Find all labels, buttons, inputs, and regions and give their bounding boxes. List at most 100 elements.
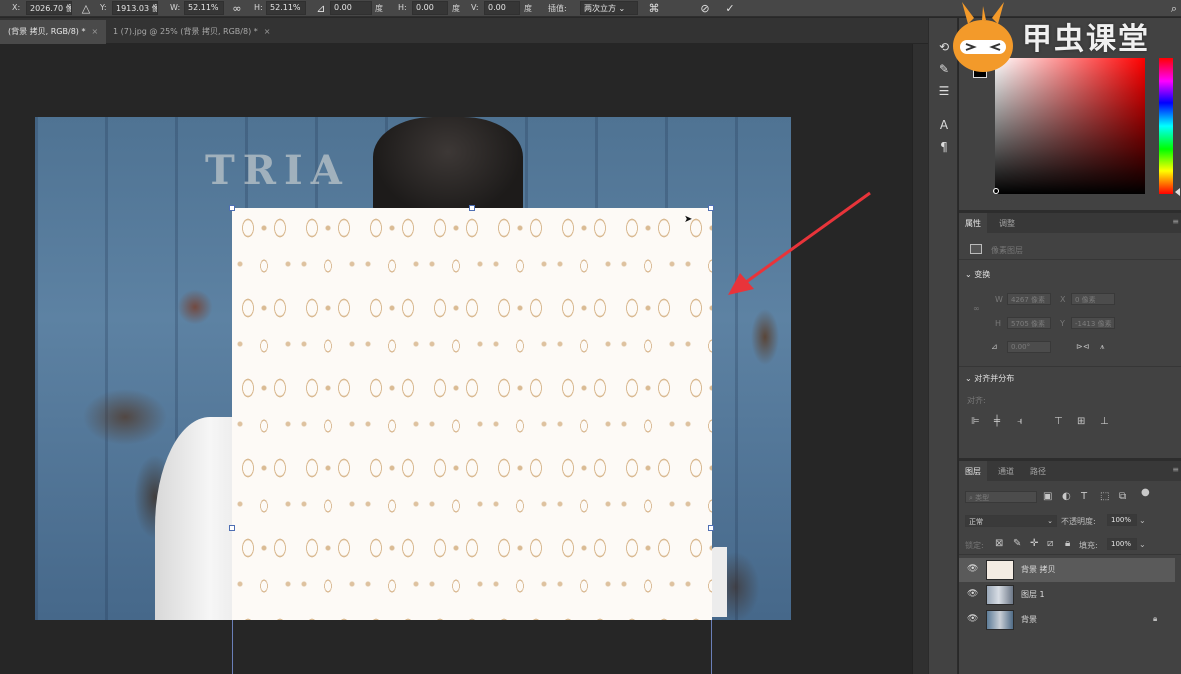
annotation-arrow [728, 191, 871, 295]
y-field[interactable]: 1913.03 像 [112, 1, 158, 15]
panel-tool-column: ⟲ ✎ ☰ A ¶ [928, 18, 958, 674]
tab-properties[interactable]: 属性 [959, 213, 987, 233]
close-icon[interactable]: × [91, 27, 98, 36]
height-field[interactable]: 52.11% [266, 1, 306, 15]
close-icon[interactable]: × [264, 27, 271, 36]
lock-artboard-icon[interactable]: ⧄ [1047, 538, 1053, 549]
lock-icon: 🔒︎ [1153, 614, 1158, 623]
pattern-layer[interactable] [232, 208, 712, 620]
transform-handle-right[interactable] [708, 525, 714, 531]
adjustments-icon[interactable]: ☰ [934, 82, 954, 100]
filter-smart-object-icon[interactable]: ⧉ [1119, 491, 1126, 502]
divider [959, 259, 1181, 260]
properties-tabs: 属性 调整 ≡ [959, 213, 1181, 233]
divider [959, 554, 1181, 555]
hskew-field[interactable]: 0.00 [412, 1, 448, 15]
prop-width-field[interactable]: 4267 像素 [1007, 293, 1051, 305]
prop-angle-field[interactable]: 0.00° [1007, 341, 1051, 353]
panel-menu-icon[interactable]: ≡ [1172, 217, 1179, 226]
prop-y-field[interactable]: -1413 像素 [1071, 317, 1115, 329]
transform-handle-top-left[interactable] [229, 205, 235, 211]
prop-height-field[interactable]: 5705 像素 [1007, 317, 1051, 329]
transform-handle-top-right[interactable] [708, 205, 714, 211]
tab-document-2[interactable]: 1 (7).jpg @ 25% (背景 拷贝, RGB/8) * × [105, 20, 278, 44]
opacity-dropdown-icon[interactable]: ⌄ [1139, 516, 1146, 525]
visibility-eye-icon[interactable]: 👁︎ [967, 614, 978, 624]
filter-adjustment-icon[interactable]: ◐ [1062, 491, 1071, 502]
flip-horizontal-icon[interactable]: ⊳⊲ [1076, 342, 1089, 351]
opacity-field[interactable]: 100% [1107, 514, 1137, 526]
lock-position-icon[interactable]: ✛ [1030, 538, 1038, 549]
transform-guide-left [232, 620, 233, 674]
tab-channels[interactable]: 通道 [992, 461, 1020, 481]
layer-name: 背景 [1021, 615, 1037, 624]
layers-tabs: 图层 通道 路径 ≡ [959, 461, 1181, 481]
tab-adjustments[interactable]: 调整 [993, 213, 1021, 233]
filter-shape-icon[interactable]: ⬚ [1100, 491, 1109, 502]
fill-field[interactable]: 100% [1107, 538, 1137, 550]
watermark-logo: 甲虫课堂 [950, 0, 1181, 75]
blend-mode-select[interactable]: 正常 ⌄ [965, 515, 1057, 527]
cancel-transform-icon[interactable]: ⊘ [697, 1, 713, 16]
warp-icon[interactable]: ⌘ [646, 1, 662, 16]
tab-paths[interactable]: 路径 [1024, 461, 1052, 481]
fill-label: 填充: [1079, 541, 1098, 550]
transform-section-title[interactable]: ⌄ 变换 [965, 269, 990, 280]
layer-filter-field[interactable]: ⌕ 类型 [965, 491, 1037, 503]
beetle-logo-icon [953, 2, 1013, 72]
watermark-brand-text: 甲虫课堂 [1022, 22, 1150, 57]
layer-thumbnail [986, 560, 1014, 580]
panel-menu-icon[interactable]: ≡ [1172, 465, 1179, 474]
commit-transform-icon[interactable]: ✓ [722, 1, 738, 16]
align-center-h-icon[interactable]: ╪ [994, 416, 1000, 427]
transform-guide-right [711, 620, 712, 674]
color-picker-field[interactable] [995, 58, 1145, 194]
character-icon[interactable]: A [934, 116, 954, 134]
filter-type-icon[interactable]: T [1081, 491, 1087, 502]
interpolation-select[interactable]: 两次立方 ⌄ [580, 1, 638, 15]
layer-type-label: 像素图层 [991, 246, 1023, 255]
x-field[interactable]: 2026.70 像 [26, 1, 72, 15]
width-field[interactable]: 52.11% [184, 1, 224, 15]
rotate-unit: 度 [375, 4, 383, 13]
link-dimensions-icon[interactable]: ∞ [973, 304, 980, 313]
reference-point-icon[interactable]: △ [78, 1, 94, 16]
hue-slider[interactable] [1159, 58, 1173, 194]
align-left-icon[interactable]: ⊫ [971, 416, 980, 427]
tab-document-active[interactable]: (背景 拷贝, RGB/8) * × [0, 20, 107, 44]
lock-image-icon[interactable]: ✎ [1013, 538, 1021, 549]
prop-w-label: W [995, 295, 1003, 304]
align-section-title[interactable]: ⌄ 对齐并分布 [965, 373, 1014, 384]
lock-all-icon[interactable]: 🔒︎ [1065, 538, 1070, 549]
hue-slider-pointer[interactable] [1175, 188, 1180, 196]
lock-transparent-icon[interactable]: ⊠ [995, 538, 1003, 549]
paragraph-icon[interactable]: ¶ [934, 138, 954, 156]
layer-name: 图层 1 [1021, 590, 1045, 599]
align-top-icon[interactable]: ⊤ [1054, 416, 1063, 427]
tab-layers[interactable]: 图层 [959, 461, 987, 481]
color-picker-marker[interactable] [993, 188, 999, 194]
vertical-scrollbar[interactable] [912, 44, 928, 674]
layer-row[interactable]: 👁︎ 背景 拷贝 [959, 558, 1175, 582]
visibility-eye-icon[interactable]: 👁︎ [967, 589, 978, 599]
layer-row[interactable]: 👁︎ 背景 🔒︎ [959, 608, 1175, 632]
prop-x-field[interactable]: 0 像素 [1071, 293, 1115, 305]
filter-pixel-icon[interactable]: ▣ [1043, 491, 1052, 502]
vskew-unit: 度 [524, 4, 532, 13]
prop-x-label: X [1060, 295, 1066, 304]
filter-toggle-icon[interactable]: ● [1141, 487, 1150, 498]
flip-vertical-icon[interactable]: ⩚ [1100, 342, 1105, 352]
y-label: Y: [100, 3, 107, 12]
vskew-field[interactable]: 0.00 [484, 1, 520, 15]
fill-dropdown-icon[interactable]: ⌄ [1139, 540, 1146, 549]
align-right-icon[interactable]: ⫣ [1017, 416, 1023, 427]
link-icon[interactable]: ∞ [229, 1, 245, 16]
align-middle-v-icon[interactable]: ⊞ [1077, 416, 1085, 427]
align-bottom-icon[interactable]: ⊥ [1100, 416, 1109, 427]
transform-handle-top[interactable] [469, 205, 475, 211]
visibility-eye-icon[interactable]: 👁︎ [967, 564, 978, 574]
layer-row[interactable]: 👁︎ 图层 1 [959, 583, 1175, 607]
person-hair [373, 117, 523, 217]
transform-handle-left[interactable] [229, 525, 235, 531]
rotate-field[interactable]: 0.00 [330, 1, 372, 15]
